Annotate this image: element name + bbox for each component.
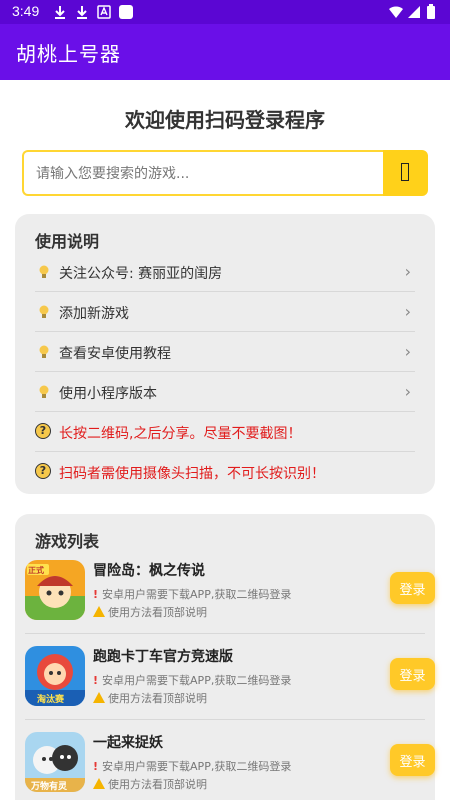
game-icon-maplestory: 正式 bbox=[25, 560, 85, 620]
warning-icon bbox=[93, 692, 105, 703]
game-note: 使用方法看顶部说明 bbox=[93, 690, 207, 706]
status-bar: 3:49 bbox=[0, 0, 450, 24]
tip-text: 扫码者需使用摄像头扫描，不可长按识别！ bbox=[59, 466, 325, 482]
game-note: ! 安卓用户需要下载APP,获取二维码登录 bbox=[93, 672, 291, 688]
games-card: 游戏列表 正式 冒险岛：枫之传说 ! 安卓用户需要下载APP,获取二维码登录 使用… bbox=[15, 514, 435, 800]
warning-icon bbox=[93, 606, 105, 617]
chevron-right-icon: › bbox=[404, 342, 411, 361]
game-note-text: 使用方法看顶部说明 bbox=[108, 692, 207, 705]
search-icon bbox=[401, 163, 409, 181]
game-name: 冒险岛：枫之传说 bbox=[93, 563, 205, 579]
usage-item-label: 查看安卓使用教程 bbox=[59, 346, 171, 362]
search-box bbox=[22, 150, 385, 196]
game-name: 一起来捉妖 bbox=[93, 735, 163, 751]
usage-item-add-game[interactable]: 添加新游戏 › bbox=[35, 292, 415, 332]
login-button[interactable]: 登录 bbox=[390, 572, 435, 604]
search-input[interactable] bbox=[36, 162, 366, 186]
notification-square-icon bbox=[119, 5, 133, 19]
game-note: ! 安卓用户需要下载APP,获取二维码登录 bbox=[93, 758, 291, 774]
signal-icon bbox=[408, 6, 420, 18]
usage-item-label: 关注公众号: 赛丽亚的闺房 bbox=[59, 266, 223, 282]
battery-icon bbox=[427, 4, 435, 19]
usage-item-label: 使用小程序版本 bbox=[59, 386, 157, 402]
app-notification-icon bbox=[97, 5, 111, 19]
game-note: 使用方法看顶部说明 bbox=[93, 776, 207, 792]
question-icon: ? bbox=[35, 423, 51, 439]
game-row: 淘汰赛 跑跑卡丁车官方竞速版 ! 安卓用户需要下载APP,获取二维码登录 使用方法… bbox=[25, 634, 435, 720]
exclamation-icon: ! bbox=[93, 588, 99, 601]
usage-item-miniprogram[interactable]: 使用小程序版本 › bbox=[35, 372, 415, 412]
chevron-right-icon: › bbox=[404, 262, 411, 281]
login-button[interactable]: 登录 bbox=[390, 658, 435, 690]
game-name: 跑跑卡丁车官方竞速版 bbox=[93, 649, 233, 665]
question-icon: ? bbox=[35, 463, 51, 479]
icon-badge-text: 淘汰赛 bbox=[37, 695, 65, 705]
usage-item-follow[interactable]: 关注公众号: 赛丽亚的闺房 › bbox=[35, 252, 415, 292]
game-note: ! 安卓用户需要下载APP,获取二维码登录 bbox=[93, 586, 291, 602]
app-title: 胡桃上号器 bbox=[16, 42, 121, 66]
game-note-text: 安卓用户需要下载APP,获取二维码登录 bbox=[102, 760, 292, 773]
exclamation-icon: ! bbox=[93, 674, 99, 687]
usage-card: 使用说明 关注公众号: 赛丽亚的闺房 › 添加新游戏 › 查看安卓使用教程 › … bbox=[15, 214, 435, 494]
usage-item-tutorial[interactable]: 查看安卓使用教程 › bbox=[35, 332, 415, 372]
download-icon bbox=[55, 6, 65, 19]
game-note: 使用方法看顶部说明 bbox=[93, 604, 207, 620]
game-icon-kartrider: 淘汰赛 bbox=[25, 646, 85, 706]
wifi-icon bbox=[389, 6, 403, 18]
game-row: 正式 冒险岛：枫之传说 ! 安卓用户需要下载APP,获取二维码登录 使用方法看顶部… bbox=[25, 548, 435, 634]
icon-badge-text: 正式 bbox=[28, 566, 44, 575]
icon-badge-text: 万物有灵 bbox=[31, 782, 68, 792]
lightbulb-icon bbox=[39, 265, 49, 278]
chevron-right-icon: › bbox=[404, 302, 411, 321]
game-note-text: 安卓用户需要下载APP,获取二维码登录 bbox=[102, 674, 292, 687]
game-note-text: 使用方法看顶部说明 bbox=[108, 606, 207, 619]
chevron-right-icon: › bbox=[404, 382, 411, 401]
game-note-text: 安卓用户需要下载APP,获取二维码登录 bbox=[102, 588, 292, 601]
game-icon-catch-monsters: 万物有灵 bbox=[25, 732, 85, 792]
download-icon bbox=[77, 6, 87, 19]
game-note-text: 使用方法看顶部说明 bbox=[108, 778, 207, 791]
tip-row: ? 扫码者需使用摄像头扫描，不可长按识别！ bbox=[35, 452, 415, 492]
exclamation-icon: ! bbox=[93, 760, 99, 773]
usage-item-label: 添加新游戏 bbox=[59, 306, 129, 322]
app-bar: 胡桃上号器 bbox=[0, 24, 450, 80]
lightbulb-icon bbox=[39, 345, 49, 358]
lightbulb-icon bbox=[39, 305, 49, 318]
login-button[interactable]: 登录 bbox=[390, 744, 435, 776]
search-button[interactable] bbox=[383, 150, 428, 196]
lightbulb-icon bbox=[39, 385, 49, 398]
usage-title: 使用说明 bbox=[35, 232, 100, 251]
status-time: 3:49 bbox=[12, 3, 40, 19]
game-row: 万物有灵 一起来捉妖 ! 安卓用户需要下载APP,获取二维码登录 使用方法看顶部说… bbox=[25, 720, 435, 800]
tip-row: ? 长按二维码,之后分享。尽量不要截图！ bbox=[35, 412, 415, 452]
tip-text: 长按二维码,之后分享。尽量不要截图！ bbox=[59, 426, 302, 442]
warning-icon bbox=[93, 778, 105, 789]
page-title: 欢迎使用扫码登录程序 bbox=[125, 108, 325, 132]
